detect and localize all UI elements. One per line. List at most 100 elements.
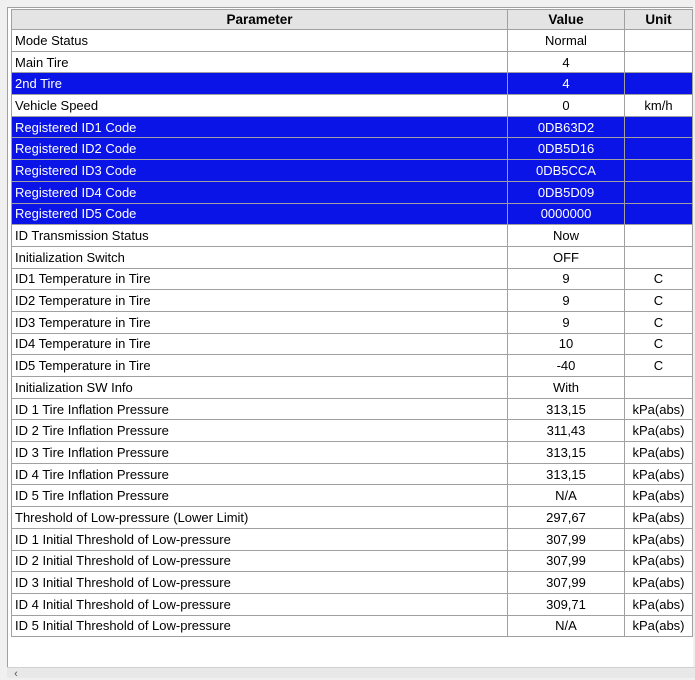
row-parameter-cell: Initialization SW Info <box>11 376 508 399</box>
table-row[interactable]: Threshold of Low-pressure (Lower Limit) 2… <box>11 506 693 529</box>
row-unit-cell: kPa(abs) <box>624 571 693 594</box>
row-parameter-cell: Registered ID4 Code <box>11 180 508 204</box>
column-header-value[interactable]: Value <box>507 9 625 30</box>
row-unit-cell <box>624 115 693 139</box>
table-row[interactable]: Main Tire 4 <box>11 50 693 74</box>
row-unit-cell: kPa(abs) <box>624 441 693 464</box>
table-row[interactable]: ID 3 Initial Threshold of Low-pressure 30… <box>11 571 693 594</box>
row-parameter-cell: ID5 Temperature in Tire <box>11 354 508 377</box>
table-row[interactable]: ID 5 Tire Inflation Pressure N/A kPa(abs) <box>11 484 693 508</box>
table-row[interactable]: ID2 Temperature in Tire 9 C <box>11 289 693 312</box>
row-value-cell: 10 <box>507 332 625 356</box>
column-header-unit[interactable]: Unit <box>624 9 693 30</box>
row-parameter-cell: ID 5 Initial Threshold of Low-pressure <box>11 614 508 638</box>
row-parameter-cell: Threshold of Low-pressure (Lower Limit) <box>11 506 508 529</box>
table-header-row: Parameter Value Unit <box>11 9 693 30</box>
row-value-cell: 0 <box>507 94 625 117</box>
row-unit-cell: km/h <box>624 94 693 117</box>
table-row[interactable]: ID4 Temperature in Tire 10 C <box>11 332 693 356</box>
row-unit-cell <box>624 159 693 182</box>
row-value-cell: With <box>507 376 625 399</box>
table-row[interactable]: Registered ID2 Code 0DB5D16 <box>11 137 693 161</box>
row-parameter-cell: Initialization Switch <box>11 245 508 269</box>
row-value-cell: 4 <box>507 72 625 96</box>
row-parameter-cell: ID 3 Initial Threshold of Low-pressure <box>11 571 508 594</box>
table-row[interactable]: Registered ID1 Code 0DB63D2 <box>11 115 693 139</box>
row-unit-cell: kPa(abs) <box>624 462 693 486</box>
table-row[interactable]: Mode Status Normal <box>11 29 693 52</box>
table-row[interactable]: ID 4 Tire Inflation Pressure 313,15 kPa(ab… <box>11 462 693 486</box>
row-value-cell: 307,99 <box>507 527 625 551</box>
row-parameter-cell: Registered ID5 Code <box>11 202 508 226</box>
row-parameter-cell: ID3 Temperature in Tire <box>11 310 508 334</box>
table-body: Mode Status Normal Main Tire 4 2nd Tire 4 Vehi… <box>11 29 693 638</box>
row-value-cell: 313,15 <box>507 441 625 464</box>
row-unit-cell: kPa(abs) <box>624 614 693 638</box>
table-row[interactable]: Vehicle Speed 0 km/h <box>11 94 693 117</box>
table-row[interactable]: ID3 Temperature in Tire 9 C <box>11 310 693 334</box>
row-unit-cell: C <box>624 289 693 312</box>
row-unit-cell: C <box>624 332 693 356</box>
row-unit-cell <box>624 202 693 226</box>
data-list-panel: Parameter Value Unit Mode Status Normal Ma… <box>7 7 693 668</box>
table-row[interactable]: Initialization Switch OFF <box>11 245 693 269</box>
column-header-parameter[interactable]: Parameter <box>11 9 508 30</box>
row-value-cell: 4 <box>507 50 625 74</box>
row-value-cell: -40 <box>507 354 625 377</box>
table-row[interactable]: ID 1 Tire Inflation Pressure 313,15 kPa(ab… <box>11 397 693 421</box>
table-row[interactable]: ID 1 Initial Threshold of Low-pressure 30… <box>11 527 693 551</box>
row-parameter-cell: Registered ID3 Code <box>11 159 508 182</box>
row-parameter-cell: ID 5 Tire Inflation Pressure <box>11 484 508 508</box>
table-row[interactable]: ID 5 Initial Threshold of Low-pressure N/… <box>11 614 693 638</box>
row-unit-cell: C <box>624 267 693 291</box>
row-parameter-cell: ID 2 Tire Inflation Pressure <box>11 419 508 443</box>
row-parameter-cell: Registered ID1 Code <box>11 115 508 139</box>
row-value-cell: 0DB5CCA <box>507 159 625 182</box>
row-parameter-cell: Registered ID2 Code <box>11 137 508 161</box>
row-parameter-cell: Vehicle Speed <box>11 94 508 117</box>
row-unit-cell: kPa(abs) <box>624 419 693 443</box>
row-value-cell: N/A <box>507 614 625 638</box>
row-unit-cell: kPa(abs) <box>624 592 693 616</box>
table-row[interactable]: ID 2 Tire Inflation Pressure 311,43 kPa(ab… <box>11 419 693 443</box>
row-value-cell: 313,15 <box>507 397 625 421</box>
row-parameter-cell: ID 3 Tire Inflation Pressure <box>11 441 508 464</box>
row-unit-cell: kPa(abs) <box>624 549 693 573</box>
table-row[interactable]: Initialization SW Info With <box>11 376 693 399</box>
table-row[interactable]: Registered ID5 Code 0000000 <box>11 202 693 226</box>
row-value-cell: 0DB5D09 <box>507 180 625 204</box>
table-row[interactable]: ID 3 Tire Inflation Pressure 313,15 kPa(ab… <box>11 441 693 464</box>
row-unit-cell <box>624 245 693 269</box>
row-parameter-cell: ID Transmission Status <box>11 224 508 247</box>
row-parameter-cell: ID 4 Initial Threshold of Low-pressure <box>11 592 508 616</box>
table-row[interactable]: Registered ID3 Code 0DB5CCA <box>11 159 693 182</box>
table-row[interactable]: ID 4 Initial Threshold of Low-pressure 30… <box>11 592 693 616</box>
row-parameter-cell: ID 2 Initial Threshold of Low-pressure <box>11 549 508 573</box>
row-unit-cell: kPa(abs) <box>624 527 693 551</box>
row-unit-cell <box>624 137 693 161</box>
row-unit-cell <box>624 376 693 399</box>
row-value-cell: 0000000 <box>507 202 625 226</box>
table-row[interactable]: ID 2 Initial Threshold of Low-pressure 30… <box>11 549 693 573</box>
row-value-cell: 9 <box>507 267 625 291</box>
row-value-cell: Now <box>507 224 625 247</box>
row-unit-cell <box>624 224 693 247</box>
table-row[interactable]: 2nd Tire 4 <box>11 72 693 96</box>
row-unit-cell <box>624 72 693 96</box>
row-value-cell: 311,43 <box>507 419 625 443</box>
row-parameter-cell: ID4 Temperature in Tire <box>11 332 508 356</box>
row-value-cell: N/A <box>507 484 625 508</box>
row-value-cell: 307,99 <box>507 549 625 573</box>
row-value-cell: 9 <box>507 289 625 312</box>
row-unit-cell: kPa(abs) <box>624 506 693 529</box>
row-value-cell: 297,67 <box>507 506 625 529</box>
table-row[interactable]: ID1 Temperature in Tire 9 C <box>11 267 693 291</box>
horizontal-scrollbar[interactable]: ‹ <box>7 667 695 680</box>
table-row[interactable]: Registered ID4 Code 0DB5D09 <box>11 180 693 204</box>
row-unit-cell: kPa(abs) <box>624 484 693 508</box>
table-row[interactable]: ID5 Temperature in Tire -40 C <box>11 354 693 377</box>
table-row[interactable]: ID Transmission Status Now <box>11 224 693 247</box>
row-parameter-cell: ID2 Temperature in Tire <box>11 289 508 312</box>
row-parameter-cell: ID 1 Tire Inflation Pressure <box>11 397 508 421</box>
row-value-cell: Normal <box>507 29 625 52</box>
